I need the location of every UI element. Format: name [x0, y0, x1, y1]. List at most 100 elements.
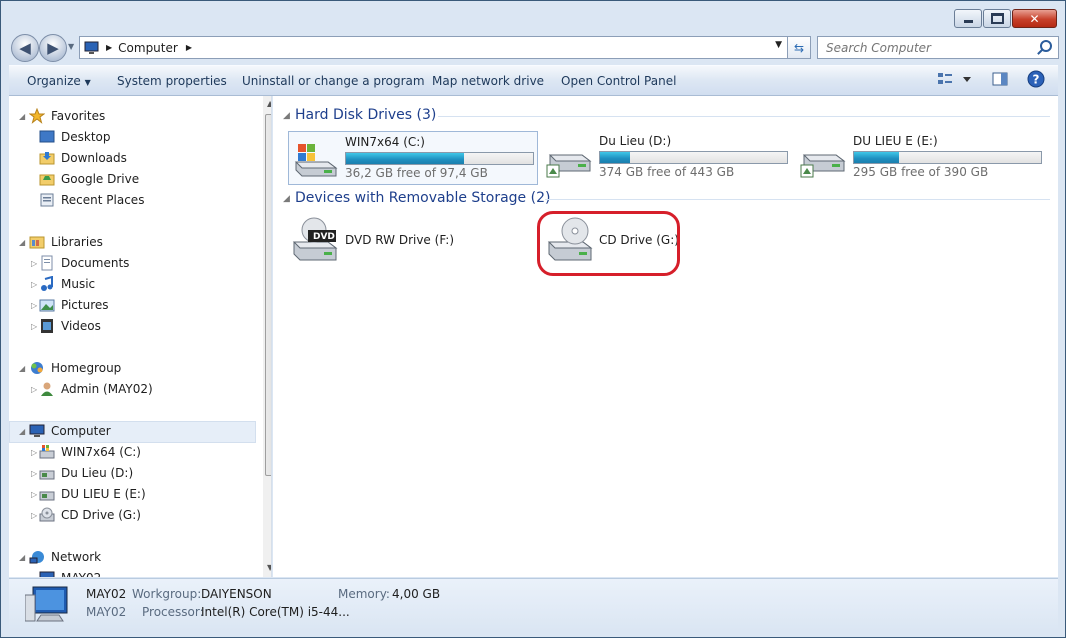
- nav-drive-c-label: WIN7x64 (C:): [61, 445, 141, 459]
- close-button[interactable]: ✕: [1012, 9, 1057, 28]
- nav-drive-d-label: Du Lieu (D:): [61, 466, 134, 480]
- memory-value: 4,00 GB: [392, 587, 441, 601]
- group-divider: [438, 116, 1050, 117]
- nav-drive-e-label: DU LIEU E (E:): [61, 487, 146, 501]
- nav-libraries-label: Libraries: [51, 235, 103, 249]
- drive-e-name: DU LIEU E (E:): [853, 134, 938, 148]
- drive-tile-f[interactable]: DVD DVD RW Drive (F:): [288, 214, 528, 268]
- breadcrumb-arrow-icon[interactable]: ▶: [186, 43, 192, 52]
- address-dropdown-icon[interactable]: ▼: [775, 40, 782, 50]
- refresh-button[interactable]: ⇆: [787, 36, 811, 59]
- breadcrumb-arrow-icon[interactable]: ▶: [106, 43, 112, 52]
- processor-label: Processor:: [142, 605, 204, 619]
- map-network-drive-button[interactable]: Map network drive: [432, 74, 544, 88]
- collapse-group-icon[interactable]: ◢: [283, 194, 290, 204]
- minimize-icon: [963, 20, 973, 23]
- cd-drive-icon: [39, 507, 55, 522]
- computer-icon: [25, 586, 68, 622]
- expand-icon[interactable]: ▷: [31, 259, 37, 268]
- expand-icon[interactable]: ▷: [31, 322, 37, 331]
- group-header-removable-storage[interactable]: Devices with Removable Storage (2): [295, 190, 550, 206]
- drive-tile-c[interactable]: WIN7x64 (C:) 36,2 GB free of 97,4 GB: [288, 131, 538, 185]
- nav-scrollbar[interactable]: ▲ ▼: [263, 96, 271, 577]
- nav-computer-label: Computer: [51, 424, 111, 438]
- libraries-icon: [29, 236, 45, 249]
- desktop-icon: [39, 130, 55, 143]
- back-button[interactable]: ◀: [11, 34, 39, 62]
- uninstall-program-button[interactable]: Uninstall or change a program: [242, 74, 425, 88]
- svg-text:?: ?: [1033, 73, 1040, 87]
- google-drive-folder-icon: [39, 174, 55, 186]
- organize-menu[interactable]: Organize ▼: [27, 74, 91, 88]
- system-properties-button[interactable]: System properties: [117, 74, 227, 88]
- collapse-icon[interactable]: ◢: [19, 364, 25, 373]
- annotation-highlight-ring: [537, 211, 680, 276]
- preview-pane-button[interactable]: [992, 71, 1008, 90]
- expand-icon[interactable]: ▷: [31, 448, 37, 457]
- recent-pages-dropdown-icon[interactable]: ▼: [68, 42, 74, 51]
- hard-drive-icon: [39, 470, 55, 480]
- expand-icon[interactable]: ▷: [31, 280, 37, 289]
- nav-desktop-label: Desktop: [61, 130, 111, 144]
- collapse-icon[interactable]: ◢: [19, 427, 25, 436]
- drive-tile-e[interactable]: DU LIEU E (E:) 295 GB free of 390 GB: [797, 131, 1045, 183]
- maximize-button[interactable]: [983, 9, 1011, 28]
- forward-button[interactable]: ▶: [39, 34, 67, 62]
- nav-videos-label: Videos: [61, 319, 101, 333]
- collapse-group-icon[interactable]: ◢: [283, 111, 290, 121]
- computer-icon: [84, 41, 99, 54]
- videos-icon: [41, 319, 53, 333]
- drive-d-usage-fill: [600, 152, 630, 163]
- breadcrumb-computer[interactable]: Computer: [118, 41, 178, 55]
- downloads-folder-icon: [39, 152, 55, 165]
- group-header-hard-disk-drives[interactable]: Hard Disk Drives (3): [295, 107, 436, 123]
- scroll-up-icon[interactable]: ▲: [267, 99, 271, 108]
- expand-icon[interactable]: ▷: [31, 385, 37, 394]
- help-button[interactable]: ?: [1027, 70, 1045, 91]
- documents-icon: [41, 255, 53, 271]
- recent-places-icon: [40, 193, 54, 207]
- drive-e-usage-bar: [853, 151, 1042, 164]
- scroll-down-icon[interactable]: ▼: [267, 563, 271, 572]
- open-control-panel-button[interactable]: Open Control Panel: [561, 74, 676, 88]
- hard-drive-icon: [800, 154, 846, 178]
- expand-icon[interactable]: ▷: [31, 511, 37, 520]
- expand-icon[interactable]: ▷: [31, 490, 37, 499]
- drive-f-name: DVD RW Drive (F:): [345, 233, 455, 247]
- expand-icon[interactable]: ▷: [31, 301, 37, 310]
- window-caption-buttons: ✕: [953, 9, 1057, 28]
- nav-network-may02-label: MAY02: [61, 568, 101, 577]
- collapse-icon[interactable]: ◢: [19, 238, 25, 247]
- nav-pictures-label: Pictures: [61, 298, 109, 312]
- search-input[interactable]: [824, 40, 1028, 56]
- details-pane: MAY02 Workgroup: DAIYENSON Memory: 4,00 …: [9, 578, 1058, 631]
- drive-d-free-space: 374 GB free of 443 GB: [599, 165, 735, 179]
- minimize-button[interactable]: [954, 9, 982, 28]
- nav-google-drive-label: Google Drive: [61, 172, 140, 186]
- search-box[interactable]: [817, 36, 1059, 59]
- change-view-button[interactable]: [937, 71, 973, 90]
- collapse-icon[interactable]: ◢: [19, 553, 25, 562]
- drive-d-name: Du Lieu (D:): [599, 134, 672, 148]
- nav-favorites-label: Favorites: [51, 109, 106, 123]
- expand-icon[interactable]: ▷: [31, 469, 37, 478]
- navigation-pane: ◢ Favorites Desktop Downloads Google Dri…: [9, 96, 272, 577]
- drive-tile-d[interactable]: Du Lieu (D:) 374 GB free of 443 GB: [543, 131, 791, 183]
- search-icon[interactable]: [1040, 40, 1052, 52]
- nav-drive-g-label: CD Drive (G:): [61, 508, 141, 522]
- collapse-icon[interactable]: ◢: [19, 112, 25, 121]
- address-bar[interactable]: ▶ Computer ▶ ▼: [79, 36, 811, 59]
- workgroup-value: DAIYENSON: [201, 587, 272, 601]
- scroll-thumb[interactable]: [265, 114, 271, 476]
- drive-e-usage-fill: [854, 152, 899, 163]
- pictures-icon: [39, 299, 55, 312]
- processor-value: Intel(R) Core(TM) i5-44...: [201, 605, 350, 619]
- explorer-window: ✕ ◀ ▶ ▼ ▶ Computer ▶ ▼ ⇆ Organize ▼ Syst…: [0, 0, 1066, 638]
- command-bar: Organize ▼ System properties Uninstall o…: [9, 65, 1058, 96]
- computer-name: MAY02: [86, 587, 127, 601]
- homegroup-icon: [31, 362, 43, 374]
- nav-selection-highlight: [9, 421, 256, 443]
- nav-homegroup-label: Homegroup: [51, 361, 122, 375]
- preview-pane-icon: [992, 72, 1008, 86]
- network-icon: [29, 551, 44, 564]
